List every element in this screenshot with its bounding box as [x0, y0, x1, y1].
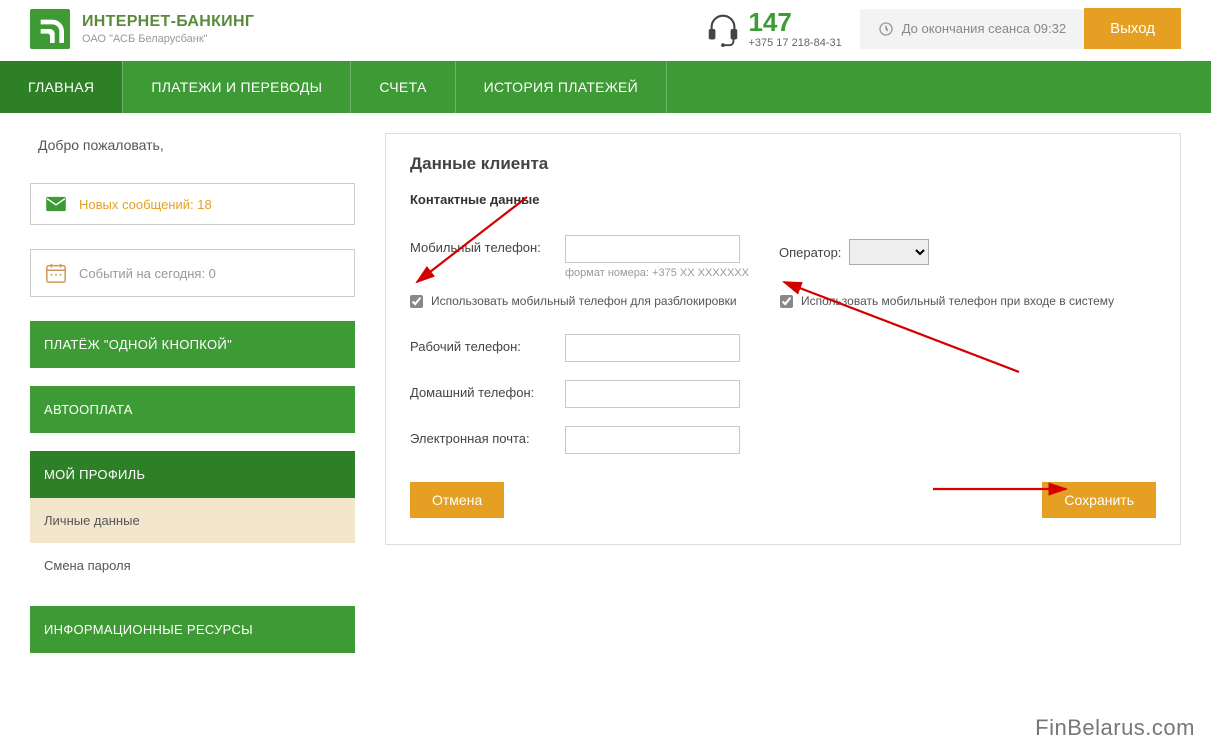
submenu-password[interactable]: Смена пароля	[30, 543, 355, 588]
watermark: FinBelarus.com	[1035, 715, 1195, 741]
work-input[interactable]	[565, 334, 740, 362]
support-block: 147 +375 17 218-84-31	[704, 9, 841, 49]
messages-label: Новых сообщений: 18	[79, 197, 212, 212]
check-login-box[interactable]	[780, 295, 793, 308]
support-phone: +375 17 218-84-31	[748, 37, 841, 49]
nav-main[interactable]: ГЛАВНАЯ	[0, 61, 122, 113]
operator-select[interactable]	[849, 239, 929, 265]
check-login[interactable]: Использовать мобильный телефон при входе…	[780, 293, 1120, 310]
email-input[interactable]	[565, 426, 740, 454]
bank-logo	[30, 9, 70, 49]
save-button[interactable]: Сохранить	[1042, 482, 1156, 518]
menu-resources[interactable]: ИНФОРМАЦИОННЫЕ РЕСУРСЫ	[30, 606, 355, 653]
submenu-personal[interactable]: Личные данные	[30, 498, 355, 543]
clock-icon	[878, 21, 894, 37]
panel-title: Данные клиента	[410, 154, 1156, 174]
welcome-text: Добро пожаловать,	[30, 133, 355, 183]
mobile-input[interactable]	[565, 235, 740, 263]
check-unblock-label: Использовать мобильный телефон для разбл…	[431, 293, 737, 310]
home-label: Домашний телефон:	[410, 380, 565, 400]
format-hint: формат номера: +375 XX XXXXXXX	[565, 267, 749, 279]
menu-profile[interactable]: МОЙ ПРОФИЛЬ	[30, 451, 355, 498]
home-input[interactable]	[565, 380, 740, 408]
section-title: Контактные данные	[410, 192, 1156, 207]
session-timer: До окончания сеанса 09:32	[860, 9, 1084, 49]
menu-one-click[interactable]: ПЛАТЁЖ "ОДНОЙ КНОПКОЙ"	[30, 321, 355, 368]
events-box[interactable]: Событий на сегодня: 0	[30, 249, 355, 297]
session-label: До окончания сеанса 09:32	[902, 21, 1066, 36]
check-login-label: Использовать мобильный телефон при входе…	[801, 293, 1114, 310]
nav-history[interactable]: ИСТОРИЯ ПЛАТЕЖЕЙ	[456, 61, 666, 113]
cancel-button[interactable]: Отмена	[410, 482, 504, 518]
headset-icon	[704, 10, 742, 48]
email-label: Электронная почта:	[410, 426, 565, 446]
envelope-icon	[45, 196, 67, 212]
brand-title: ИНТЕРНЕТ-БАНКИНГ	[82, 13, 254, 31]
menu-autopay[interactable]: АВТООПЛАТА	[30, 386, 355, 433]
calendar-icon	[45, 262, 67, 284]
support-short-number: 147	[748, 9, 841, 35]
operator-label: Оператор:	[779, 245, 841, 260]
check-unblock[interactable]: Использовать мобильный телефон для разбл…	[410, 293, 750, 310]
check-unblock-box[interactable]	[410, 295, 423, 308]
mobile-label: Мобильный телефон:	[410, 235, 565, 255]
nav-accounts[interactable]: СЧЕТА	[351, 61, 454, 113]
messages-box[interactable]: Новых сообщений: 18	[30, 183, 355, 225]
nav-payments[interactable]: ПЛАТЕЖИ И ПЕРЕВОДЫ	[123, 61, 350, 113]
main-nav: ГЛАВНАЯ ПЛАТЕЖИ И ПЕРЕВОДЫ СЧЕТА ИСТОРИЯ…	[0, 61, 1211, 113]
annotation-arrow	[774, 272, 1024, 382]
events-label: Событий на сегодня: 0	[79, 266, 216, 281]
work-label: Рабочий телефон:	[410, 334, 565, 354]
logout-button[interactable]: Выход	[1084, 8, 1181, 49]
brand-subtitle: ОАО "АСБ Беларусбанк"	[82, 33, 254, 45]
